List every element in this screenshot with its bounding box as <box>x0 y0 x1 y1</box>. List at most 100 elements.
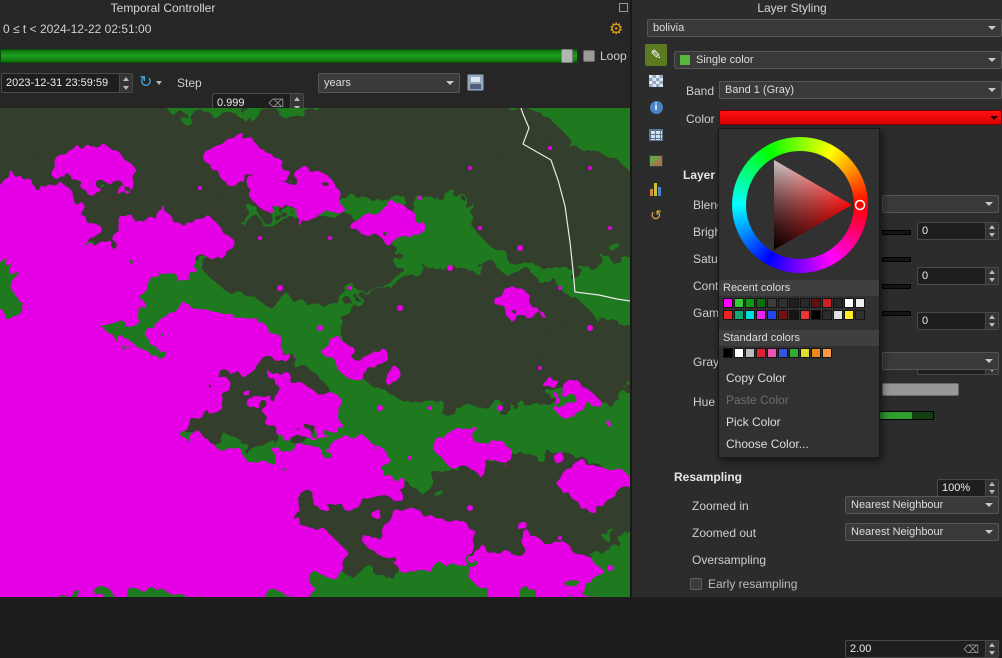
info-icon: i <box>650 101 663 114</box>
early-resampling-checkbox[interactable] <box>690 578 702 590</box>
oversampling-field[interactable]: 2.00 ⌫ <box>845 640 999 658</box>
temporal-controller-panel: Temporal Controller 0 ≤ t < 2024-12-22 0… <box>0 0 630 108</box>
tab-attribute-table[interactable] <box>645 124 667 146</box>
color-swatch[interactable] <box>844 298 854 308</box>
hue-strength-slider[interactable] <box>879 411 934 420</box>
hue-marker <box>856 201 865 210</box>
choose-color-item[interactable]: Choose Color... <box>719 433 879 455</box>
color-swatch[interactable] <box>734 310 744 320</box>
color-swatch[interactable] <box>778 298 788 308</box>
brightness-slider[interactable] <box>882 230 911 235</box>
zoomed-in-value: Nearest Neighbour <box>851 499 943 511</box>
map-canvas[interactable] <box>0 108 630 597</box>
histogram-icon <box>650 183 662 196</box>
color-swatch[interactable] <box>767 310 777 320</box>
color-swatch[interactable] <box>822 348 832 358</box>
colorize-color-button[interactable] <box>882 383 959 396</box>
color-swatch[interactable] <box>723 298 733 308</box>
tab-symbology[interactable]: ✎ <box>645 44 667 66</box>
datetime-field[interactable]: 2023-12-31 23:59:59 <box>1 73 133 93</box>
gamma-slider[interactable] <box>882 311 911 316</box>
zoomed-in-combo[interactable]: Nearest Neighbour <box>845 496 999 514</box>
color-swatch[interactable] <box>778 310 788 320</box>
color-swatch[interactable] <box>756 298 766 308</box>
color-swatch[interactable] <box>800 310 810 320</box>
hue-strength-field[interactable]: 100% <box>937 479 999 497</box>
color-swatch[interactable] <box>778 348 788 358</box>
loop-checkbox[interactable] <box>583 50 595 62</box>
renderer-swatch <box>680 55 690 65</box>
contrast-value: 0 <box>922 315 928 327</box>
tab-histogram[interactable] <box>645 178 667 200</box>
color-swatch[interactable] <box>811 298 821 308</box>
color-button[interactable] <box>719 110 1002 125</box>
color-swatch[interactable] <box>789 310 799 320</box>
temporal-slider-handle[interactable] <box>561 49 573 63</box>
contrast-field[interactable]: 0 <box>917 312 999 330</box>
color-swatch[interactable] <box>745 348 755 358</box>
color-swatch[interactable] <box>833 298 843 308</box>
color-swatch[interactable] <box>734 348 744 358</box>
color-swatch[interactable] <box>767 298 777 308</box>
chevron-down-icon <box>985 202 993 206</box>
color-swatch[interactable] <box>756 348 766 358</box>
layer-styling-title: Layer Styling <box>632 1 952 15</box>
zoomed-out-combo[interactable]: Nearest Neighbour <box>845 523 999 541</box>
color-swatch[interactable] <box>822 298 832 308</box>
grayscale-combo[interactable] <box>882 352 999 370</box>
color-swatch[interactable] <box>745 298 755 308</box>
temporal-range-text: 0 ≤ t < 2024-12-22 02:51:00 <box>3 22 151 36</box>
brightness-field[interactable]: 0 <box>917 222 999 240</box>
color-swatch[interactable] <box>789 298 799 308</box>
saturation-value: 0 <box>922 270 928 282</box>
export-animation-icon[interactable] <box>467 74 484 91</box>
datetime-spin-buttons[interactable] <box>119 74 132 92</box>
table-icon <box>649 129 663 141</box>
blend-combo[interactable] <box>882 195 999 213</box>
tab-raster-rendering[interactable] <box>645 150 667 172</box>
tab-history[interactable]: ↺ <box>645 204 667 226</box>
color-swatch[interactable] <box>723 310 733 320</box>
chevron-down-icon <box>988 26 996 30</box>
chevron-down-icon <box>988 88 996 92</box>
color-swatch[interactable] <box>745 310 755 320</box>
color-swatch[interactable] <box>811 310 821 320</box>
color-swatch[interactable] <box>855 298 865 308</box>
color-swatch[interactable] <box>800 348 810 358</box>
refresh-icon[interactable]: ↻ <box>139 72 152 92</box>
refresh-dropdown-caret[interactable] <box>156 81 162 85</box>
color-swatch[interactable] <box>822 310 832 320</box>
datetime-value: 2023-12-31 23:59:59 <box>6 77 108 89</box>
color-swatch[interactable] <box>800 298 810 308</box>
color-swatch[interactable] <box>767 348 777 358</box>
tab-metadata[interactable]: i <box>645 96 667 118</box>
hue-label: Hue <box>693 395 715 409</box>
shade-triangle[interactable] <box>732 137 868 273</box>
color-label: Color <box>686 112 715 126</box>
color-swatch[interactable] <box>844 310 854 320</box>
contrast-slider[interactable] <box>882 284 911 289</box>
color-swatch[interactable] <box>789 348 799 358</box>
pick-color-item[interactable]: Pick Color <box>719 411 879 433</box>
temporal-slider[interactable] <box>0 49 578 63</box>
color-swatch[interactable] <box>855 310 865 320</box>
step-unit-combo[interactable]: years <box>318 73 460 93</box>
color-swatch[interactable] <box>833 310 843 320</box>
temporal-settings-gear-icon[interactable]: ⚙ <box>609 19 623 39</box>
tab-transparency[interactable] <box>645 70 667 92</box>
saturation-slider[interactable] <box>882 257 911 262</box>
clear-oversampling-icon[interactable]: ⌫ <box>963 643 979 656</box>
panel-float-icon[interactable] <box>619 3 628 12</box>
copy-color-item[interactable]: Copy Color <box>719 367 879 389</box>
early-resampling-label: Early resampling <box>708 577 797 591</box>
renderer-combo[interactable]: Single color <box>674 51 1002 69</box>
color-wheel[interactable] <box>732 137 868 273</box>
color-swatch[interactable] <box>723 348 733 358</box>
band-combo[interactable]: Band 1 (Gray) <box>719 81 1002 99</box>
color-swatch[interactable] <box>811 348 821 358</box>
loop-label: Loop <box>600 49 627 63</box>
color-swatch[interactable] <box>756 310 766 320</box>
saturation-field[interactable]: 0 <box>917 267 999 285</box>
layer-select-combo[interactable]: bolivia <box>647 19 1002 37</box>
color-swatch[interactable] <box>734 298 744 308</box>
